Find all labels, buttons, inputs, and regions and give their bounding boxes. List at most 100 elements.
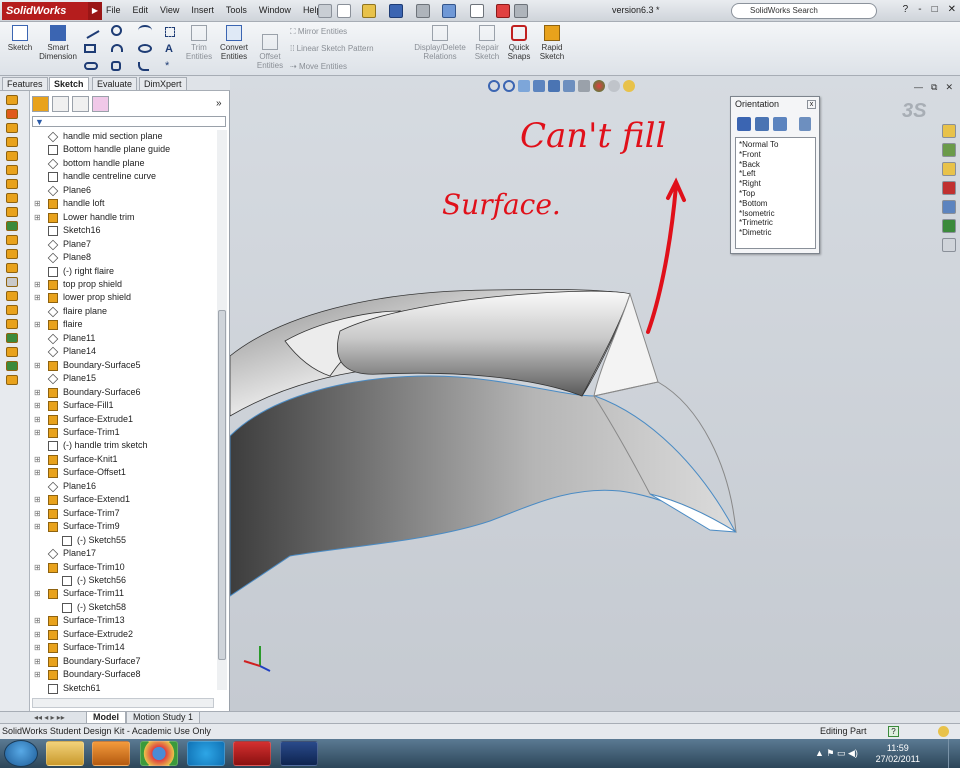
surface-tool-icon[interactable] <box>6 221 18 231</box>
quick-snaps-button[interactable]: Quick Snaps <box>504 25 534 61</box>
new-view-icon[interactable] <box>737 117 751 131</box>
tree-expand-icon[interactable]: ⊞ <box>34 614 41 627</box>
tree-expand-icon[interactable]: ⊞ <box>34 426 41 439</box>
tree-item[interactable]: Bottom handle plane guide <box>30 143 218 156</box>
surface-tool-icon[interactable] <box>6 137 18 147</box>
tree-item[interactable]: flaire plane <box>30 305 218 318</box>
surface-tool-icon[interactable] <box>6 193 18 203</box>
smart-dimension-button[interactable]: Smart Dimension <box>38 25 78 61</box>
skype-taskbar-icon[interactable] <box>187 741 225 766</box>
orientation-view-item[interactable]: *Trimetric <box>739 218 812 228</box>
sketch-button[interactable]: Sketch <box>4 25 36 52</box>
ellipse-tool-icon[interactable] <box>138 44 152 53</box>
text-tool-icon[interactable]: A <box>165 43 173 55</box>
orientation-view-item[interactable]: *Right <box>739 179 812 189</box>
view-palette-icon[interactable] <box>942 200 956 214</box>
tab-nav-arrows[interactable]: ◂◂ ◂ ▸ ▸▸ <box>34 713 65 722</box>
line-tool-icon[interactable] <box>82 23 100 39</box>
tree-item[interactable]: ⊞ Boundary-Surface6 <box>30 386 218 399</box>
tree-item[interactable]: Plane11 <box>30 332 218 345</box>
photoshop-taskbar-icon[interactable] <box>280 741 318 766</box>
property-manager-tab-icon[interactable] <box>52 96 69 112</box>
tree-item[interactable]: Plane14 <box>30 345 218 358</box>
home-icon[interactable] <box>942 124 956 138</box>
logo-menu-arrow-icon[interactable]: ▶ <box>88 2 102 20</box>
print-icon[interactable] <box>416 4 430 18</box>
construction-point-icon[interactable]: * <box>165 60 169 72</box>
trim-entities-button[interactable]: Trim Entities <box>184 25 214 61</box>
tree-expand-icon[interactable]: ⊞ <box>34 197 41 210</box>
tree-item[interactable]: (-) right flaire <box>30 265 218 278</box>
pin-dialog-icon[interactable] <box>799 117 811 131</box>
tree-expand-icon[interactable]: ⊞ <box>34 291 41 304</box>
tree-expand-icon[interactable]: ⊞ <box>34 628 41 641</box>
minimize-button[interactable]: - <box>918 4 921 15</box>
convert-entities-button[interactable]: Convert Entities <box>216 25 252 61</box>
maximize-button[interactable]: □ <box>932 4 938 15</box>
tab-sketch[interactable]: Sketch <box>49 77 89 90</box>
explorer-taskbar-icon[interactable] <box>46 741 84 766</box>
tree-item[interactable]: (-) Sketch55 <box>30 534 218 547</box>
tree-item[interactable]: Sketch16 <box>30 224 218 237</box>
file-explorer-icon[interactable] <box>942 162 956 176</box>
help-icon[interactable]: ? <box>888 726 899 737</box>
chrome-taskbar-icon[interactable] <box>140 741 178 766</box>
surface-tool-icon[interactable] <box>6 291 18 301</box>
tree-expand-icon[interactable]: ⊞ <box>34 359 41 372</box>
tree-item[interactable]: ⊞ Boundary-Surface8 <box>30 668 218 681</box>
surface-tool-icon[interactable] <box>6 263 18 273</box>
graphics-area[interactable]: — ⧉ ✕ 3S Can't fill Surface. Orientation… <box>230 76 960 711</box>
orientation-view-item[interactable]: *Front <box>739 150 812 160</box>
rebuild-icon[interactable] <box>496 4 510 18</box>
surface-tool-icon[interactable] <box>6 249 18 259</box>
feature-tree-tab-icon[interactable] <box>32 96 49 112</box>
tree-item[interactable]: ⊞ lower prop shield <box>30 291 218 304</box>
fillet-tool-icon[interactable] <box>138 62 149 71</box>
surface-tool-icon[interactable] <box>6 151 18 161</box>
tree-item[interactable]: ⊞ Surface-Knit1 <box>30 453 218 466</box>
rapid-sketch-button[interactable]: Rapid Sketch <box>536 25 568 61</box>
tree-expand-icon[interactable]: ⊞ <box>34 413 41 426</box>
tree-horizontal-scrollbar[interactable] <box>32 698 214 708</box>
tree-filter-input[interactable]: ▼ <box>32 116 226 127</box>
repair-sketch-button[interactable]: Repair Sketch <box>472 25 502 61</box>
tree-item[interactable]: ⊞ Lower handle trim <box>30 211 218 224</box>
tree-item[interactable]: ⊞ Surface-Trim13 <box>30 614 218 627</box>
configuration-manager-tab-icon[interactable] <box>72 96 89 112</box>
tree-item[interactable]: handle mid section plane <box>30 130 218 143</box>
tree-item[interactable]: ⊞ Surface-Offset1 <box>30 466 218 479</box>
point-tool-icon[interactable] <box>165 27 175 37</box>
media-player-taskbar-icon[interactable] <box>92 741 130 766</box>
tree-item[interactable]: Plane17 <box>30 547 218 560</box>
surface-tool-icon[interactable] <box>6 235 18 245</box>
menu-insert[interactable]: Insert <box>191 5 214 15</box>
tree-item[interactable]: Plane7 <box>30 238 218 251</box>
tree-expand-icon[interactable]: ⊞ <box>34 507 41 520</box>
surface-tool-icon[interactable] <box>6 109 18 119</box>
surface-tool-icon[interactable] <box>6 361 18 371</box>
tree-item[interactable]: ⊞ Surface-Trim7 <box>30 507 218 520</box>
tree-item[interactable]: ⊞ Surface-Extend1 <box>30 493 218 506</box>
tree-vertical-scrollbar[interactable] <box>217 130 227 690</box>
orientation-view-item[interactable]: *Left <box>739 169 812 179</box>
pin-icon[interactable] <box>318 4 332 18</box>
menu-window[interactable]: Window <box>259 5 291 15</box>
start-button-icon[interactable] <box>4 740 38 767</box>
options-icon[interactable] <box>514 4 528 18</box>
menu-tools[interactable]: Tools <box>226 5 247 15</box>
status-customize-icon[interactable] <box>938 726 949 737</box>
tree-expand-icon[interactable]: ⊞ <box>34 278 41 291</box>
tree-item[interactable]: ⊞ Surface-Trim14 <box>30 641 218 654</box>
surface-tool-icon[interactable] <box>6 305 18 315</box>
tree-item[interactable]: ⊞ Surface-Trim11 <box>30 587 218 600</box>
orientation-view-item[interactable]: *Top <box>739 189 812 199</box>
surface-tool-icon[interactable] <box>6 123 18 133</box>
tree-expand-icon[interactable]: ⊞ <box>34 453 41 466</box>
open-folder-icon[interactable] <box>362 4 376 18</box>
undo-icon[interactable] <box>442 4 456 18</box>
surface-tool-icon[interactable] <box>6 319 18 329</box>
help-button[interactable]: ? <box>903 4 909 15</box>
tab-dimxpert[interactable]: DimXpert <box>139 77 187 90</box>
surface-tool-icon[interactable] <box>6 165 18 175</box>
solidworks-logo[interactable]: SolidWorks <box>2 2 102 20</box>
